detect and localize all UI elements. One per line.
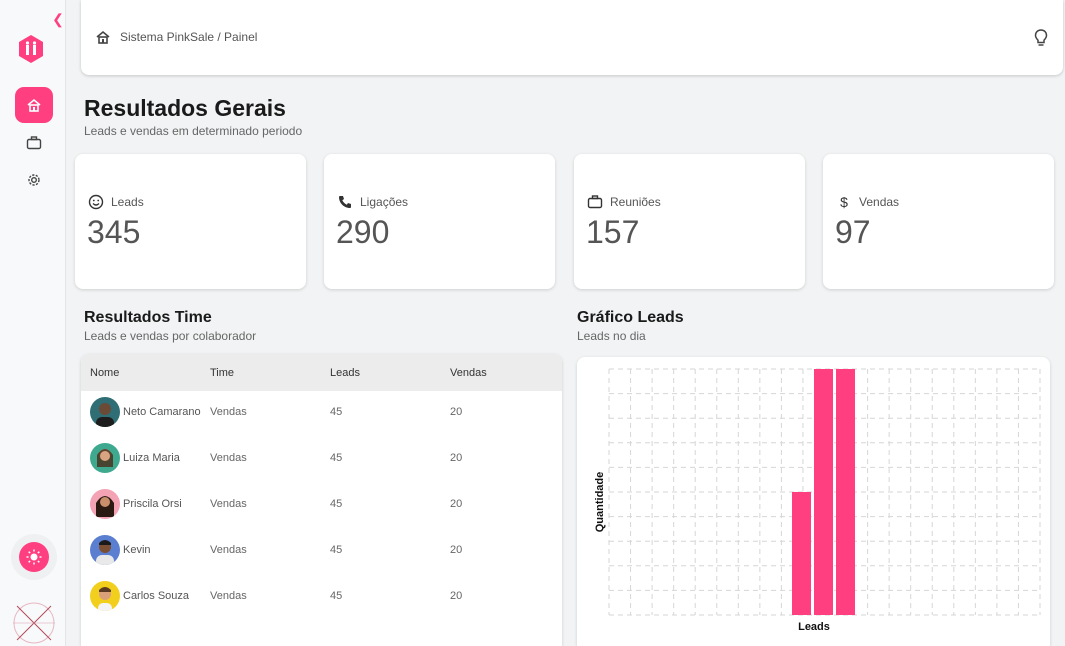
nav-briefcase[interactable]: [15, 125, 53, 161]
phone-icon: [339, 196, 351, 208]
smiley-icon: [88, 194, 104, 210]
table-row[interactable]: Kevin Vendas 45 20: [81, 529, 562, 575]
row-name: Priscila Orsi: [123, 498, 182, 510]
avatar: [90, 581, 120, 611]
column-header-leads[interactable]: Leads: [330, 367, 360, 379]
dollar-icon: $: [840, 194, 848, 210]
breadcrumb[interactable]: Sistema PinkSale / Painel: [120, 30, 257, 44]
stat-value: 97: [835, 214, 871, 250]
row-leads: 45: [330, 406, 343, 418]
leads-chart-card: Quantidade Leads: [577, 357, 1050, 646]
chart-bars: [792, 369, 855, 615]
home-icon[interactable]: [95, 29, 111, 45]
row-leads: 45: [330, 452, 343, 464]
stat-card-meetings: Reuniões 157: [574, 154, 805, 289]
row-sales: 20: [450, 544, 463, 556]
top-bar: Sistema PinkSale / Painel: [81, 0, 1063, 75]
column-header-name[interactable]: Nome: [90, 367, 119, 379]
row-sales: 20: [450, 498, 463, 510]
sun-icon: [26, 549, 42, 565]
stat-value: 157: [586, 214, 640, 250]
collapse-sidebar-button[interactable]: ❮: [50, 11, 66, 27]
stat-card-sales: $ Vendas 97: [823, 154, 1054, 289]
chart-bar: [836, 369, 855, 615]
page-title: Resultados Gerais: [84, 95, 286, 121]
row-sales: 20: [450, 406, 463, 418]
row-team: Vendas: [210, 406, 247, 418]
sidebar: ❮: [0, 0, 66, 646]
nav-settings[interactable]: [15, 162, 53, 198]
row-team: Vendas: [210, 590, 247, 602]
chart-bar: [792, 492, 811, 615]
lightbulb-icon[interactable]: [1032, 28, 1050, 48]
avatar: [90, 397, 120, 427]
row-sales: 20: [450, 452, 463, 464]
table-row[interactable]: Neto Camarano Vendas 45 20: [81, 391, 562, 437]
table-row[interactable]: Luiza Maria Vendas 45 20: [81, 437, 562, 483]
stat-label: Ligações: [360, 195, 409, 209]
leads-bar-chart: Quantidade Leads: [594, 368, 1041, 633]
table-row[interactable]: Priscila Orsi Vendas 45 20: [81, 483, 562, 529]
avatar: [90, 443, 120, 473]
svg-text:$: $: [840, 194, 848, 210]
row-name: Luiza Maria: [123, 452, 180, 464]
row-leads: 45: [330, 590, 343, 602]
team-table: Nome Time Leads Vendas Neto Camarano Ven…: [81, 354, 562, 646]
row-leads: 45: [330, 498, 343, 510]
briefcase-icon: [587, 195, 603, 209]
row-sales: 20: [450, 590, 463, 602]
row-team: Vendas: [210, 498, 247, 510]
stat-value: 290: [336, 214, 390, 250]
page-subtitle: Leads e vendas em determinado periodo: [84, 124, 303, 138]
theme-toggle-wrapper: [11, 534, 57, 580]
user-avatar[interactable]: [13, 602, 55, 644]
row-name: Neto Camarano: [123, 406, 201, 418]
stat-card-calls: Ligações 290: [324, 154, 555, 289]
stat-value: 345: [87, 214, 141, 250]
stat-card-leads: Leads 345: [75, 154, 306, 289]
avatar: [90, 535, 120, 565]
avatar: [90, 489, 120, 519]
nav-home[interactable]: [15, 87, 53, 123]
row-team: Vendas: [210, 452, 247, 464]
table-header: Nome Time Leads Vendas: [81, 354, 562, 391]
chart-bar: [814, 369, 833, 615]
stat-label: Leads: [111, 195, 144, 209]
home-icon: [27, 98, 41, 112]
team-section-subtitle: Leads e vendas por colaborador: [84, 329, 257, 343]
app-logo: [19, 35, 43, 63]
chart-section-subtitle: Leads no dia: [577, 329, 646, 343]
stat-label: Reuniões: [610, 195, 661, 209]
row-name: Carlos Souza: [123, 590, 190, 602]
chart-section-title: Gráfico Leads: [577, 309, 684, 326]
stat-label: Vendas: [859, 195, 900, 209]
chart-x-axis-label: Leads: [798, 621, 830, 633]
column-header-team[interactable]: Time: [210, 367, 234, 379]
gear-icon: [28, 174, 40, 186]
table-row[interactable]: Carlos Souza Vendas 45 20: [81, 575, 562, 621]
row-name: Kevin: [123, 544, 151, 556]
column-header-sales[interactable]: Vendas: [450, 367, 487, 379]
briefcase-icon: [26, 136, 42, 150]
row-team: Vendas: [210, 544, 247, 556]
team-section-title: Resultados Time: [84, 309, 212, 326]
row-leads: 45: [330, 544, 343, 556]
theme-toggle-button[interactable]: [19, 542, 49, 572]
chart-y-axis-label: Quantidade: [594, 472, 606, 533]
